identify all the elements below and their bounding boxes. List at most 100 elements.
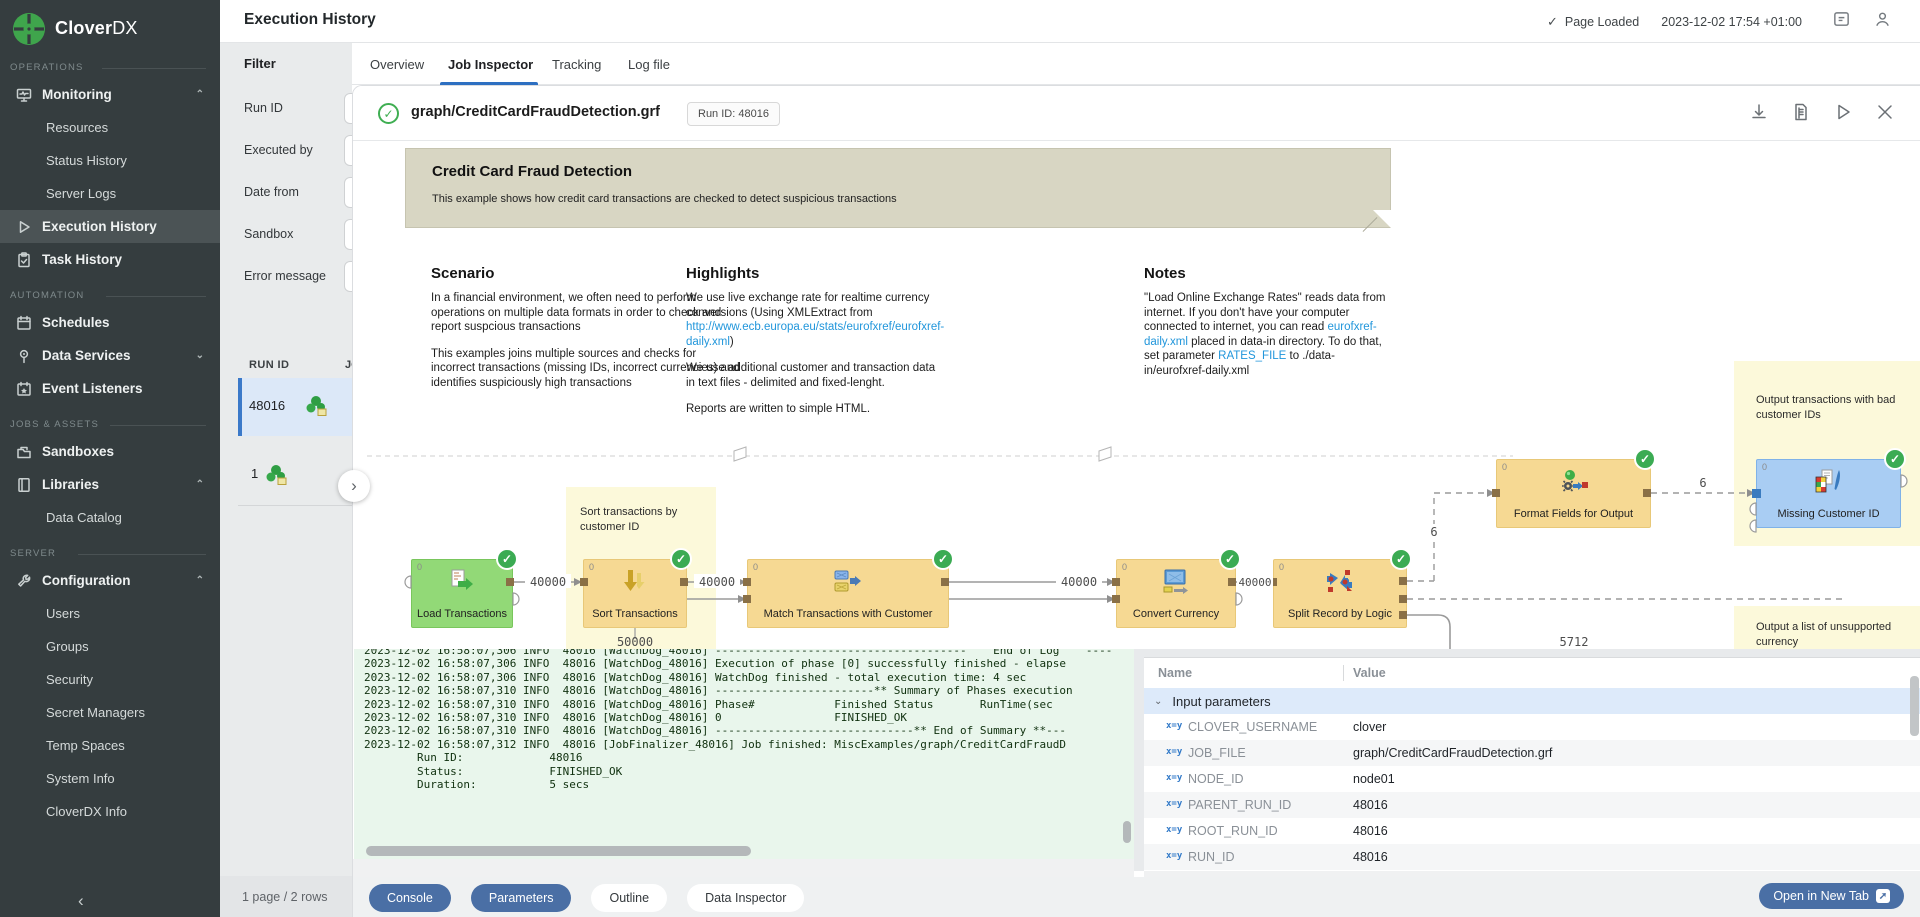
close-icon[interactable] xyxy=(1875,102,1895,122)
section-automation: AUTOMATION xyxy=(10,290,220,302)
user-icon[interactable] xyxy=(1873,10,1892,34)
sidebar-item-monitoring[interactable]: Monitoring ⌃ xyxy=(0,78,220,111)
job-inspector-card: ✓ graph/CreditCardFraudDetection.grf Run… xyxy=(352,85,1920,917)
edge-label: 40000 xyxy=(530,575,566,589)
sidebar-item-label: Task History xyxy=(42,252,122,267)
feedback-icon[interactable] xyxy=(1832,10,1851,34)
sidebar-item-temp-spaces[interactable]: Temp Spaces xyxy=(0,729,220,762)
param-row[interactable]: x=y JOB_FILE graph/CreditCardFraudDetect… xyxy=(1144,740,1920,766)
parameter-icon: x=y xyxy=(1166,799,1182,809)
sidebar-item-libraries[interactable]: Libraries ⌃ xyxy=(0,468,220,501)
node-load-transactions[interactable]: 0 Load Transactions xyxy=(411,559,513,628)
sidebar-item-security[interactable]: Security xyxy=(0,663,220,696)
sidebar-item-schedules[interactable]: Schedules xyxy=(0,306,220,339)
sidebar-item-users[interactable]: Users xyxy=(0,597,220,630)
edge-label: 5712 xyxy=(1560,635,1589,649)
input-parameters-group[interactable]: ⌄ Input parameters xyxy=(1144,688,1920,714)
success-badge: ✓ xyxy=(932,548,954,570)
param-row[interactable]: x=y CLOVER_USERNAME clover xyxy=(1144,714,1920,740)
graph-canvas[interactable]: Credit Card Fraud Detection This example… xyxy=(353,141,1920,649)
book-icon xyxy=(16,477,32,493)
rates-param-link[interactable]: RATES_FILE xyxy=(1218,350,1286,362)
node-convert-currency[interactable]: 0 Convert Currency xyxy=(1116,559,1236,628)
sidebar-item-event-listeners[interactable]: Event Listeners xyxy=(0,372,220,405)
parameters-scrollbar[interactable] xyxy=(1910,676,1919,736)
tab-overview[interactable]: Overview xyxy=(370,43,424,85)
log-document-icon[interactable] xyxy=(1791,102,1811,122)
status-indicator: ✓Page Loaded xyxy=(1547,14,1639,30)
success-badge: ✓ xyxy=(670,548,692,570)
sidebar-item-cloverdx-info[interactable]: CloverDX Info xyxy=(0,795,220,828)
log-line: Duration: 5 secs xyxy=(364,778,1112,791)
console-log[interactable]: 2023-12-02 16:58:07,306 INFO 48016 [Watc… xyxy=(354,649,1134,859)
sidebar-item-data-catalog[interactable]: Data Catalog xyxy=(0,501,220,534)
sidebar-item-system-info[interactable]: System Info xyxy=(0,762,220,795)
graph-description-note: Credit Card Fraud Detection This example… xyxy=(405,148,1391,228)
sidebar-item-label: Execution History xyxy=(42,219,157,234)
node-missing-customer-id[interactable]: 0 Missing Customer ID xyxy=(1756,459,1901,528)
filter-label-executed-by: Executed by xyxy=(244,143,313,157)
sidebar-item-configuration[interactable]: Configuration ⌃ xyxy=(0,564,220,597)
tab-tracking[interactable]: Tracking xyxy=(552,43,601,85)
log-line: 2023-12-02 16:58:07,306 INFO 48016 [Watc… xyxy=(364,657,1112,670)
sidebar-item-groups[interactable]: Groups xyxy=(0,630,220,663)
sidebar-item-label: Sandboxes xyxy=(42,444,114,459)
sidebar-item-sandboxes[interactable]: Sandboxes xyxy=(0,435,220,468)
node-sort-transactions[interactable]: 0 Sort Transactions xyxy=(583,559,687,628)
log-line: 2023-12-02 16:58:07,306 INFO 48016 [Watc… xyxy=(364,649,1112,657)
sidebar-collapse-icon[interactable]: ‹ xyxy=(78,891,84,911)
sidebar-item-task-history[interactable]: Task History xyxy=(0,243,220,276)
success-badge: ✓ xyxy=(1884,448,1906,470)
open-in-new-tab-button[interactable]: Open in New Tab ➚ xyxy=(1759,883,1904,909)
console-vertical-scrollbar[interactable] xyxy=(1123,821,1131,843)
sidebar-item-label: Event Listeners xyxy=(42,381,143,396)
panel-gap-top xyxy=(1144,649,1920,657)
sidebar-item-server-logs[interactable]: Server Logs xyxy=(0,177,220,210)
cloverdx-logo-icon xyxy=(12,12,46,46)
sidebar-item-resources[interactable]: Resources xyxy=(0,111,220,144)
ecb-url-link[interactable]: http://www.ecb.europa.eu/stats/eurofxref… xyxy=(686,321,944,348)
graph-note-title: Credit Card Fraud Detection xyxy=(432,163,632,180)
chevron-up-icon: ⌃ xyxy=(196,89,204,100)
filter-label-date-from: Date from xyxy=(244,185,299,199)
tab-log-file[interactable]: Log file xyxy=(628,43,670,85)
brand-logo[interactable]: CloverDX xyxy=(0,0,220,48)
tab-job-inspector[interactable]: Job Inspector xyxy=(448,43,533,85)
parameters-panel: Name Value ⌄ Input parameters x=y CLOVER… xyxy=(1144,657,1920,871)
param-row[interactable]: x=y RUN_ID 48016 xyxy=(1144,844,1920,870)
sidebar-item-secret-managers[interactable]: Secret Managers xyxy=(0,696,220,729)
expand-panel-button[interactable]: › xyxy=(338,470,370,502)
sticky-note-unsupported: Output a list of unsupported currency xyxy=(1734,606,1920,649)
currency-converter-icon xyxy=(1117,568,1235,598)
outline-toggle-button[interactable]: Outline xyxy=(591,884,667,912)
clipboard-icon xyxy=(16,252,32,268)
sidebar-item-status-history[interactable]: Status History xyxy=(0,144,220,177)
node-format-fields[interactable]: 0 Format Fields for Output xyxy=(1496,459,1651,528)
data-inspector-toggle-button[interactable]: Data Inspector xyxy=(687,884,804,912)
node-split-record[interactable]: 0 Split Record by Logic xyxy=(1273,559,1407,628)
partition-icon xyxy=(1274,568,1406,598)
console-toggle-button[interactable]: Console xyxy=(369,884,451,912)
download-icon[interactable] xyxy=(1749,102,1769,122)
panel-gap xyxy=(1134,649,1144,871)
parameters-toggle-button[interactable]: Parameters xyxy=(471,884,572,912)
highlights-heading: Highlights xyxy=(686,265,759,282)
calendar-event-icon xyxy=(16,381,32,397)
run-row-selected[interactable]: 48016 g xyxy=(238,378,358,436)
edge-label: 6 xyxy=(1699,476,1706,490)
check-icon: ✓ xyxy=(1547,14,1558,30)
success-badge: ✓ xyxy=(496,548,518,570)
console-horizontal-scrollbar[interactable] xyxy=(354,846,1134,857)
parameter-icon: x=y xyxy=(1166,773,1182,783)
param-row[interactable]: x=y PARENT_RUN_ID 48016 xyxy=(1144,792,1920,818)
param-row[interactable]: x=y NODE_ID node01 xyxy=(1144,766,1920,792)
section-jobs-assets: JOBS & ASSETS xyxy=(10,419,220,431)
sidebar-item-execution-history[interactable]: Execution History xyxy=(0,210,220,243)
sidebar-item-data-services[interactable]: Data Services ⌄ xyxy=(0,339,220,372)
param-name: RUN_ID xyxy=(1188,850,1235,864)
run-job-icon[interactable] xyxy=(1833,102,1853,122)
param-row[interactable]: x=y ROOT_RUN_ID 48016 xyxy=(1144,818,1920,844)
detail-tabs: Overview Job Inspector Tracking Log file xyxy=(352,43,1920,85)
sidebar-item-label: Configuration xyxy=(42,573,130,588)
node-match-transactions[interactable]: 0 Match Transactions with Customer xyxy=(747,559,949,628)
